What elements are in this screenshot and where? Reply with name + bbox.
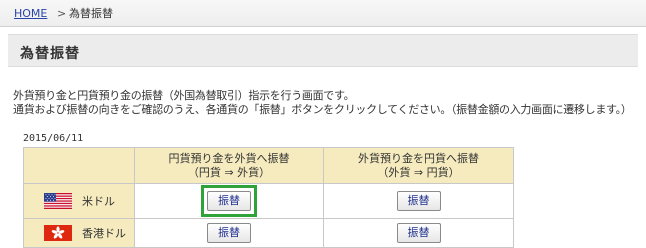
transfer-table: 円貨預り金を外貨へ振替 （円貨 ⇒ 外貨） 外貨預り金を円貨へ振替 （外貨 ⇒ … xyxy=(23,147,514,248)
breadcrumb-separator: > xyxy=(57,7,67,20)
table-row: 米ドル 振替 振替 xyxy=(23,183,514,219)
header-yen-to-foreign-line2: （円貨 ⇒ 外貨） xyxy=(187,165,271,179)
header-foreign-to-yen-line2: （外貨 ⇒ 円貨） xyxy=(377,165,460,179)
breadcrumb-current: 為替振替 xyxy=(69,7,113,20)
usd-foreign-to-yen-cell: 振替 xyxy=(323,183,514,219)
header-foreign-to-yen: 外貨預り金を円貨へ振替 （外貨 ⇒ 円貨） xyxy=(323,147,514,184)
hkd-foreign-to-yen-cell: 振替 xyxy=(323,218,514,248)
header-yen-to-foreign-line1: 円貨預り金を外貨へ振替 xyxy=(168,151,290,165)
date-label: 2015/06/11 xyxy=(23,133,84,144)
usd-yen-to-foreign-button[interactable]: 振替 xyxy=(207,191,251,211)
currency-cell-hkd: 香港ドル xyxy=(23,218,135,248)
currency-name-hkd: 香港ドル xyxy=(82,227,126,240)
highlight-box: 振替 xyxy=(201,185,257,217)
page-title-bar: 為替振替 xyxy=(8,34,638,67)
hkd-foreign-to-yen-button[interactable]: 振替 xyxy=(396,223,441,243)
table-row: 香港ドル 振替 振替 xyxy=(23,218,514,248)
usd-yen-to-foreign-cell: 振替 xyxy=(134,183,324,219)
breadcrumb: HOME > 為替振替 xyxy=(0,0,646,27)
page-title: 為替振替 xyxy=(20,46,80,62)
currency-name-usd: 米ドル xyxy=(82,195,115,208)
header-yen-to-foreign: 円貨預り金を外貨へ振替 （円貨 ⇒ 外貨） xyxy=(134,147,324,184)
header-foreign-to-yen-line1: 外貨預り金を円貨へ振替 xyxy=(358,151,479,165)
hk-flag-icon xyxy=(44,225,72,241)
us-flag-icon xyxy=(44,193,72,209)
table-header-blank xyxy=(23,147,135,184)
description-line-2: 通貨および振替の向きをご確認のうえ、各通貨の「振替」ボタンをクリックしてください… xyxy=(13,103,632,116)
hkd-yen-to-foreign-button[interactable]: 振替 xyxy=(207,223,251,243)
currency-cell-usd: 米ドル xyxy=(23,183,135,219)
usd-foreign-to-yen-button[interactable]: 振替 xyxy=(396,191,441,211)
breadcrumb-home-link[interactable]: HOME xyxy=(14,0,47,27)
hkd-yen-to-foreign-cell: 振替 xyxy=(134,218,324,248)
